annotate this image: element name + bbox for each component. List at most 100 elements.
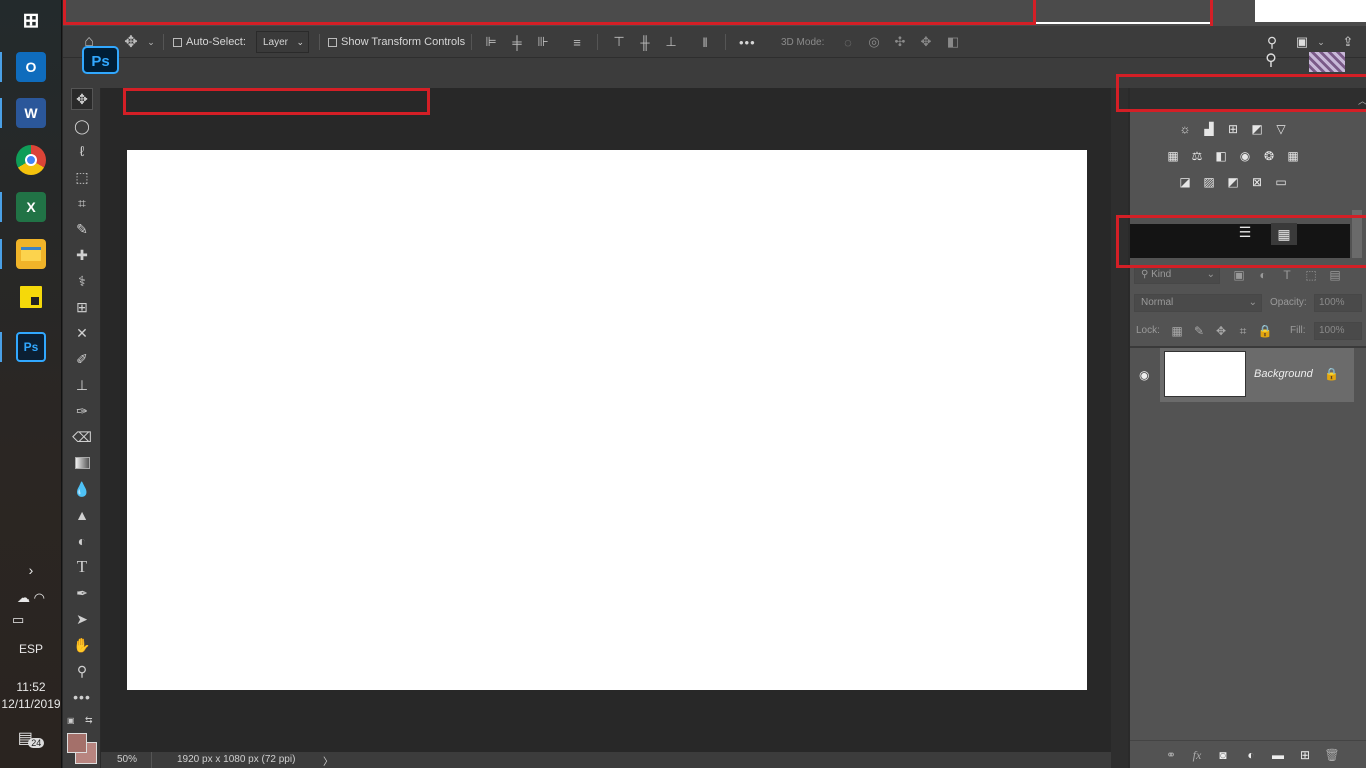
brightness-contrast-icon[interactable]: ☼ (1178, 122, 1192, 136)
pen-tool-icon[interactable]: ✒ (71, 582, 93, 604)
filter-smart-object-icon[interactable]: ▤ (1328, 268, 1342, 282)
align-bottom-edges-icon[interactable]: ⊥ (663, 33, 679, 51)
status-menu-arrow-icon[interactable]: 〉 (323, 753, 333, 768)
layer-name[interactable]: Background (1254, 368, 1313, 380)
clock-time[interactable]: 11:52 (0, 680, 62, 694)
search-icon[interactable]: ⚲ (1263, 33, 1281, 51)
layer-row-background[interactable]: ◉ Background 🔒 (1130, 348, 1354, 402)
invert-icon[interactable]: ◪ (1178, 175, 1192, 189)
auto-select-control[interactable]: Auto-Select: (173, 26, 246, 58)
photoshop-icon[interactable]: Ps (16, 332, 46, 362)
move-tool-icon[interactable]: ✥ (71, 88, 93, 110)
layer-style-fx-icon[interactable]: fx (1190, 748, 1204, 762)
lock-all-icon[interactable]: 🔒 (1258, 324, 1273, 338)
gradient-tool-icon[interactable] (71, 452, 93, 474)
sticky-notes-icon[interactable] (20, 286, 42, 308)
slide-3d-icon[interactable]: ✥ (917, 33, 935, 51)
black-white-icon[interactable]: ◧ (1214, 149, 1228, 163)
lock-image-pixels-icon[interactable]: ✎ (1192, 324, 1206, 338)
new-adjustment-layer-icon[interactable]: ◐ (1244, 748, 1258, 762)
filter-shape-icon[interactable]: ⬚ (1304, 268, 1318, 282)
lock-transparent-pixels-icon[interactable]: ▦ (1170, 324, 1184, 338)
link-layers-icon[interactable]: ⚭ (1164, 748, 1178, 762)
new-layer-icon[interactable]: ⊞ (1298, 748, 1312, 762)
drag-3d-icon[interactable]: ✣ (891, 33, 909, 51)
show-transform-checkbox[interactable] (328, 37, 337, 47)
edit-toolbar-icon[interactable]: ••• (71, 686, 93, 708)
blend-mode-dropdown[interactable]: Normal ⌄ (1134, 294, 1262, 312)
history-brush-icon[interactable]: ✑ (71, 400, 93, 422)
delete-layer-trash-icon[interactable]: 🗑 (1324, 748, 1339, 762)
align-top-edges-icon[interactable]: ⊤ (611, 33, 627, 51)
vibrance-icon[interactable]: ▽ (1274, 122, 1288, 136)
filter-adjustment-icon[interactable]: ◐ (1256, 268, 1270, 282)
default-colors-icon[interactable]: ▣ (67, 716, 77, 726)
distribute-vertical-icon[interactable]: ‖ (697, 33, 713, 51)
show-hidden-icons-chevron-icon[interactable]: › (0, 562, 62, 578)
align-left-edges-icon[interactable]: ⊫ (483, 33, 499, 51)
dodge-tool-icon[interactable]: ◐ (71, 530, 93, 552)
foreground-color-swatch[interactable] (67, 733, 87, 753)
layer-lock-icon[interactable]: 🔒 (1324, 367, 1339, 381)
lock-artboard-icon[interactable]: ⌗ (1236, 324, 1250, 338)
opacity-field[interactable]: 100% (1314, 294, 1362, 312)
brush-tool-icon[interactable]: ✐ (71, 348, 93, 370)
clock-date[interactable]: 12/11/2019 (0, 697, 62, 711)
windows-start-icon[interactable]: ⊞ (16, 5, 46, 35)
outlook-icon[interactable]: O (16, 52, 46, 82)
layer-filter-kind[interactable]: ⚲ Kind ⌄ (1134, 266, 1220, 284)
file-explorer-icon[interactable] (16, 239, 46, 269)
color-balance-icon[interactable]: ⚖ (1190, 149, 1204, 163)
gradient-map-icon[interactable]: ▭ (1274, 175, 1288, 189)
channel-mixer-icon[interactable]: ❂ (1262, 149, 1276, 163)
onedrive-wifi-icons[interactable]: ☁ ◠ (0, 590, 62, 606)
eraser-tool-icon[interactable]: ⌫ (71, 426, 93, 448)
chevron-down-icon[interactable]: ⌄ (145, 34, 157, 50)
zoom-tool-icon[interactable]: ⚲ (71, 660, 93, 682)
sharpen-tool-icon[interactable]: ▲ (71, 504, 93, 526)
chrome-icon[interactable] (16, 145, 46, 175)
distribute-icon[interactable]: ≡ (569, 33, 585, 51)
crop-tool-icon[interactable]: ⌗ (71, 192, 93, 214)
lasso-tool-icon[interactable]: ℓ (71, 140, 93, 162)
workspace-icon[interactable]: ▣ (1293, 33, 1311, 51)
roll-3d-icon[interactable]: ◎ (865, 33, 883, 51)
hand-tool-icon[interactable]: ✋ (71, 634, 93, 656)
healing-brush-icon[interactable]: ⚕ (71, 270, 93, 292)
user-avatar[interactable] (1309, 52, 1345, 72)
excel-icon[interactable]: X (16, 192, 46, 222)
path-selection-tool-icon[interactable]: ➤ (71, 608, 93, 630)
filter-type-icon[interactable]: T (1280, 268, 1294, 282)
object-selection-tool-icon[interactable]: ⬚ (71, 166, 93, 188)
more-options-icon[interactable]: ••• (739, 26, 756, 58)
add-mask-icon[interactable]: ◙ (1216, 748, 1230, 762)
show-transform-controls[interactable]: Show Transform Controls (328, 26, 465, 58)
hue-saturation-icon[interactable]: ▦ (1166, 149, 1180, 163)
move-tool-preset-icon[interactable]: ✥ (121, 33, 141, 51)
auto-select-checkbox[interactable] (173, 37, 182, 47)
eye-visibility-icon[interactable]: ◉ (1139, 368, 1149, 382)
align-vertical-centers-icon[interactable]: ╫ (637, 33, 653, 51)
patch-tool-icon[interactable]: ⊞ (71, 296, 93, 318)
auto-select-dropdown[interactable]: Layer ⌄ (256, 31, 309, 53)
new-group-folder-icon[interactable]: ▬ (1271, 748, 1285, 762)
color-lookup-icon[interactable]: ▦ (1286, 149, 1300, 163)
levels-icon[interactable]: ▟ (1202, 122, 1216, 136)
marquee-tool-icon[interactable]: ◯ (71, 115, 93, 137)
selective-color-icon[interactable]: ⊠ (1250, 175, 1264, 189)
blur-tool-icon[interactable]: 💧 (71, 478, 93, 500)
type-tool-icon[interactable]: T (71, 556, 93, 578)
search-icon[interactable]: ⚲ (1261, 50, 1281, 70)
notification-center-icon[interactable]: ▤ 24 (0, 728, 62, 748)
zoom-level[interactable]: 50% (117, 754, 137, 765)
eyedropper-tool-icon[interactable]: ✎ (71, 218, 93, 240)
posterize-icon[interactable]: ▨ (1202, 175, 1216, 189)
threshold-icon[interactable]: ◩ (1226, 175, 1240, 189)
photo-filter-icon[interactable]: ◉ (1238, 149, 1252, 163)
exposure-icon[interactable]: ◩ (1250, 122, 1264, 136)
orbit-3d-icon[interactable]: ◌ (839, 33, 857, 51)
share-icon[interactable]: ⇪ (1339, 33, 1357, 51)
clone-stamp-tool-icon[interactable]: ⊥ (71, 374, 93, 396)
content-aware-move-icon[interactable]: ✕ (71, 322, 93, 344)
battery-icon[interactable]: ▭ (0, 612, 62, 628)
